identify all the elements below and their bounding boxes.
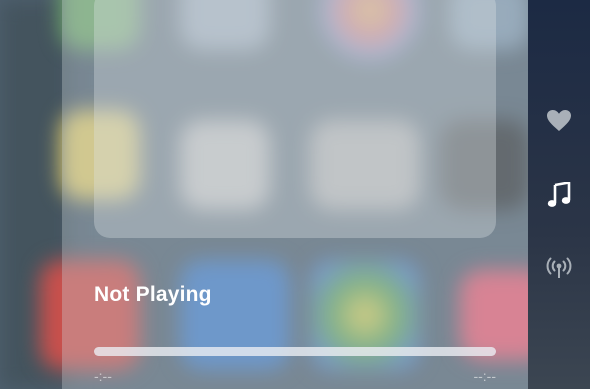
track-title: Not Playing <box>94 283 212 306</box>
broadcast-icon <box>546 257 572 278</box>
control-center-side-rail <box>528 0 590 389</box>
remaining-time: --:-- <box>473 368 496 384</box>
now-playing-music-button[interactable] <box>541 177 577 213</box>
playback-scrubber[interactable] <box>94 347 496 356</box>
music-note-icon <box>547 182 571 207</box>
album-artwork-placeholder[interactable] <box>94 0 496 238</box>
favorites-button[interactable] <box>541 103 577 139</box>
heart-icon <box>547 110 571 131</box>
elapsed-time: -:-- <box>94 368 112 384</box>
broadcast-button[interactable] <box>541 250 577 286</box>
